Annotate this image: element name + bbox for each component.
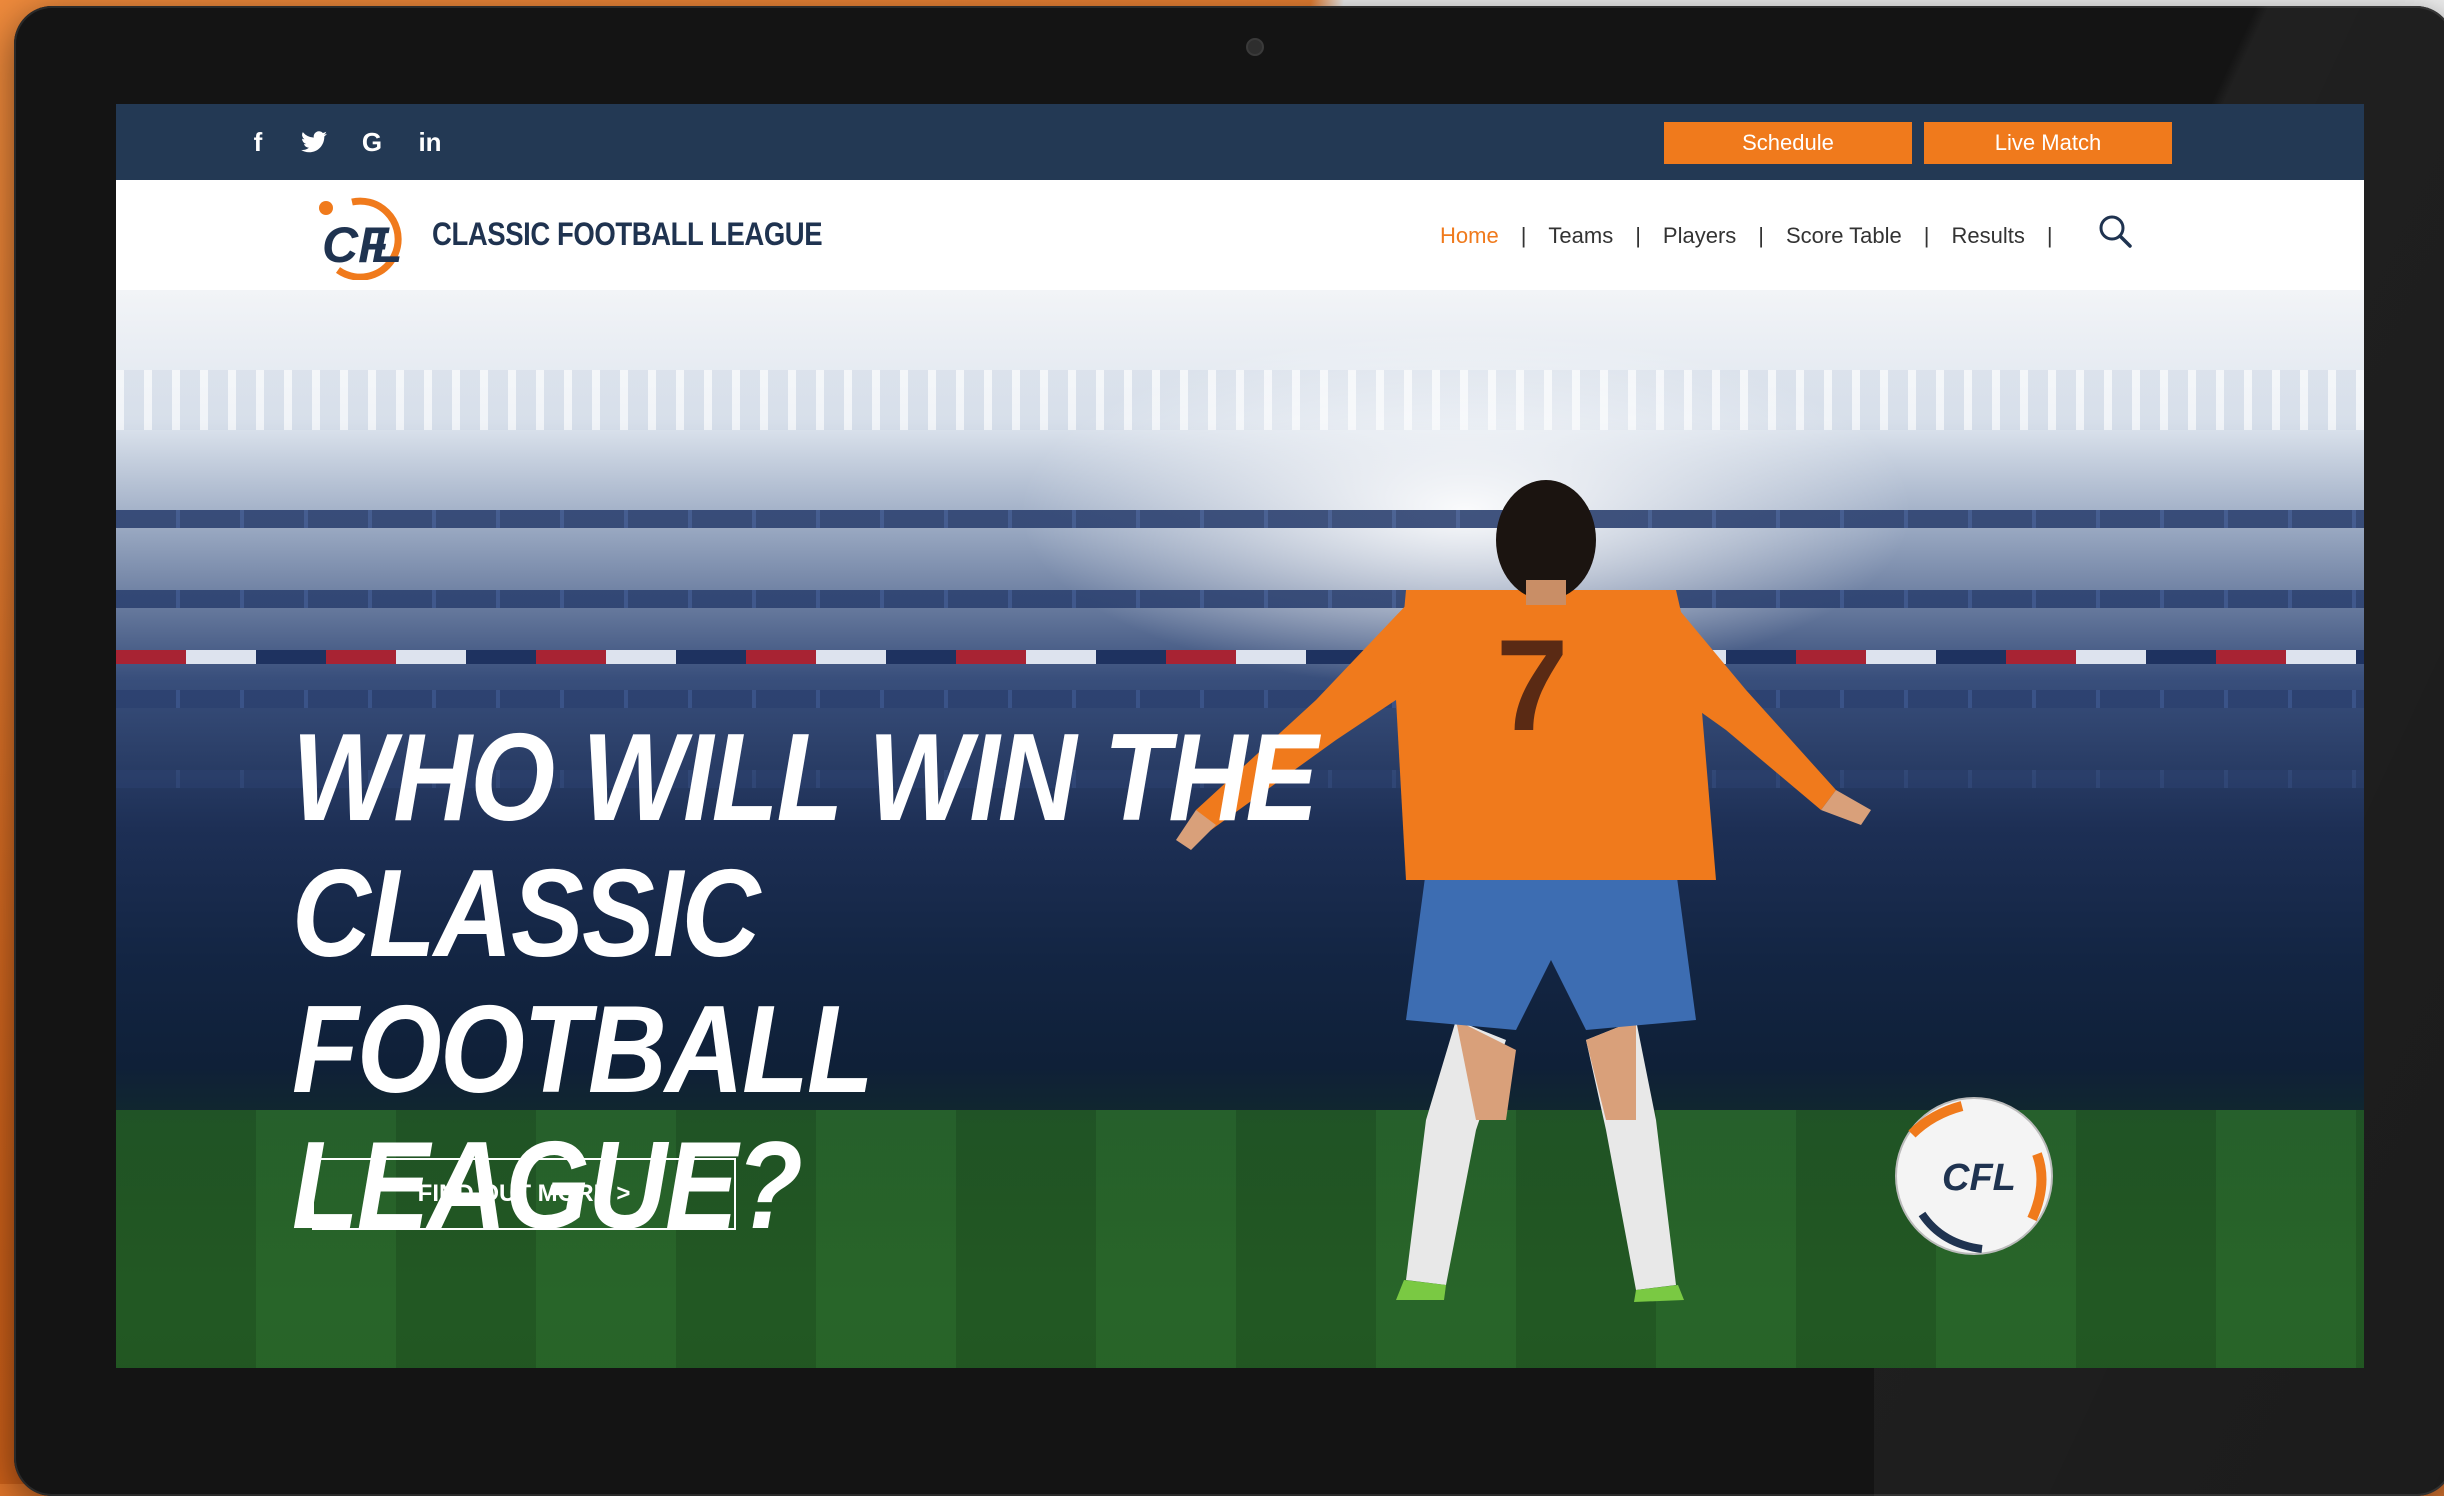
search-icon[interactable] bbox=[2096, 212, 2136, 252]
football-ball-icon: CFL bbox=[1895, 1097, 2053, 1255]
main-nav: Home | Teams | Players | Score Table | R… bbox=[1436, 214, 2071, 258]
nav-item-score-table[interactable]: Score Table bbox=[1782, 223, 1906, 249]
camera-icon bbox=[1246, 38, 1264, 56]
live-match-button[interactable]: Live Match bbox=[1924, 122, 2172, 164]
cfl-logo-icon[interactable]: CF L bbox=[312, 194, 422, 281]
top-bar: f G in Schedule Live Match bbox=[116, 104, 2364, 180]
main-navbar: CF L CLASSIC FOOTBALL LEAGUE Home | Team… bbox=[116, 180, 2364, 290]
schedule-button[interactable]: Schedule bbox=[1664, 122, 1912, 164]
nav-item-teams[interactable]: Teams bbox=[1544, 223, 1617, 249]
website-screen: f G in Schedule Live Match CF L CLASSIC … bbox=[116, 104, 2364, 1368]
nav-separator: | bbox=[1923, 223, 1930, 248]
nav-item-home[interactable]: Home bbox=[1436, 223, 1503, 249]
nav-item-results[interactable]: Results bbox=[1948, 223, 2029, 249]
brand-name[interactable]: CLASSIC FOOTBALL LEAGUE bbox=[432, 216, 823, 253]
find-out-more-button[interactable]: FIND OUT MORE > bbox=[312, 1158, 736, 1230]
google-icon[interactable]: G bbox=[352, 122, 392, 162]
nav-separator: | bbox=[1635, 223, 1641, 248]
twitter-icon[interactable] bbox=[294, 122, 334, 162]
linkedin-icon[interactable]: in bbox=[410, 122, 450, 162]
hero-title-line: CLASSIC FOOTBALL bbox=[292, 845, 874, 1119]
nav-separator: | bbox=[1758, 223, 1764, 248]
facebook-icon[interactable]: f bbox=[238, 122, 278, 162]
nav-separator: | bbox=[2046, 223, 2053, 248]
nav-separator: | bbox=[1520, 223, 1527, 248]
hero-banner: 7 CFL WHO WILL WIN THE CLASSIC FOOTBALL … bbox=[116, 290, 2364, 1368]
hero-title-line: WHO WILL WIN THE bbox=[292, 709, 1318, 847]
ball-logo: CFL bbox=[1942, 1157, 2016, 1199]
nav-item-players[interactable]: Players bbox=[1659, 223, 1740, 249]
jersey-number: 7 bbox=[1496, 612, 1568, 758]
svg-text:L: L bbox=[372, 217, 403, 273]
